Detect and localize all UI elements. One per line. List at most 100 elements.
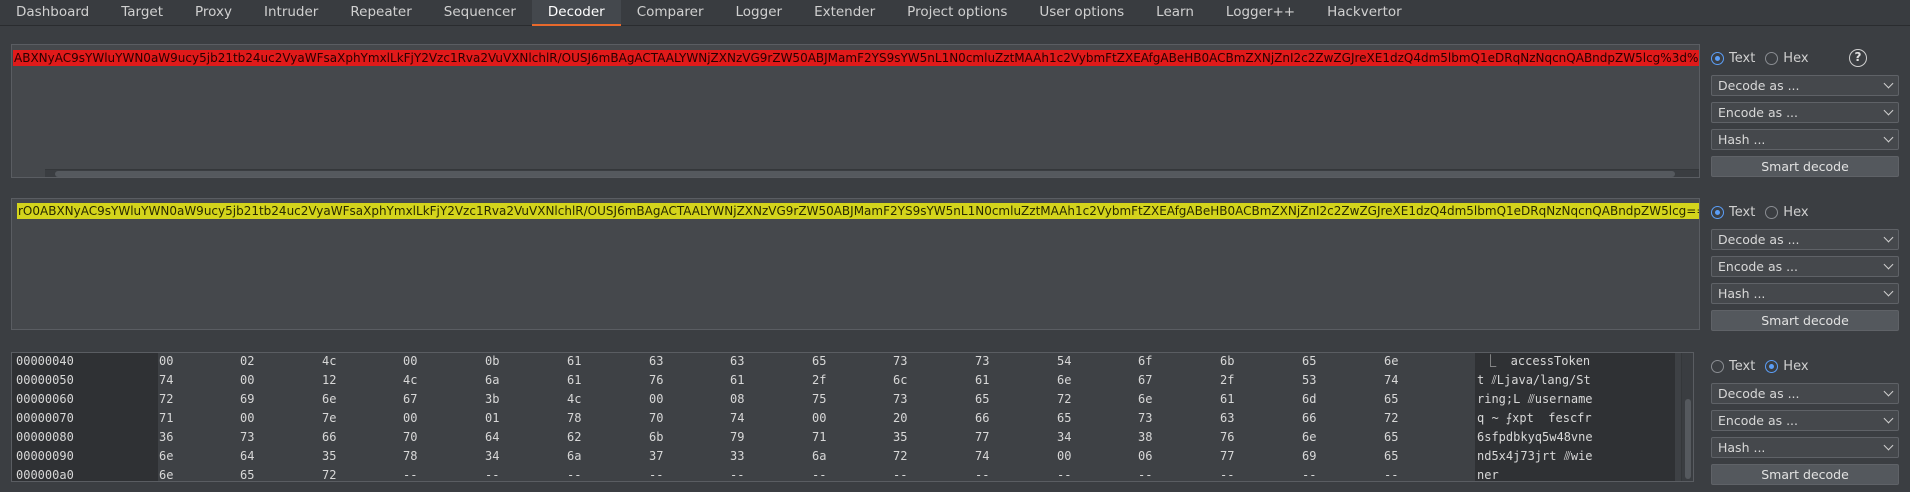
horizontal-scrollbar[interactable] <box>45 169 1699 177</box>
hex-byte[interactable]: 63 <box>649 353 663 371</box>
hex-byte[interactable]: -- <box>1220 466 1234 481</box>
hex-byte[interactable]: 00 <box>1057 447 1071 466</box>
hex-byte[interactable]: 76 <box>1220 428 1234 447</box>
hex-byte[interactable]: 6e <box>159 447 173 466</box>
hex-radio[interactable] <box>1765 51 1779 65</box>
hex-byte[interactable]: 67 <box>1138 371 1152 390</box>
hex-byte[interactable]: -- <box>403 466 417 481</box>
smart-decode-button[interactable]: Smart decode <box>1711 464 1899 485</box>
encoded-text-1[interactable]: ABXNyAC9sYWluYWN0aW9ucy5jb21tb24uc2VyaWF… <box>13 50 1699 66</box>
hex-byte[interactable]: 0b <box>485 353 499 371</box>
hex-byte[interactable]: 64 <box>485 428 499 447</box>
hex-byte[interactable]: 6b <box>649 428 663 447</box>
hex-byte[interactable]: 6e <box>159 466 173 481</box>
hex-byte[interactable]: 76 <box>649 371 663 390</box>
hex-byte[interactable]: 66 <box>1302 409 1316 428</box>
hex-byte[interactable]: 71 <box>812 428 826 447</box>
hex-byte[interactable]: 79 <box>730 428 744 447</box>
tab-project-options[interactable]: Project options <box>891 0 1023 26</box>
hex-byte[interactable]: -- <box>567 466 581 481</box>
hex-ascii[interactable]: nd5x4j73jrt ⫻wie <box>1475 447 1673 466</box>
hash-select[interactable]: Hash ... <box>1711 437 1899 458</box>
decoder-input-panel-1[interactable]: ABXNyAC9sYWluYWN0aW9ucy5jb21tb24uc2VyaWF… <box>11 44 1700 178</box>
hex-byte[interactable]: 00 <box>159 353 173 371</box>
hex-byte[interactable]: 00 <box>812 409 826 428</box>
hex-byte[interactable]: 73 <box>893 390 907 409</box>
hex-byte[interactable]: 61 <box>567 371 581 390</box>
hex-byte[interactable]: -- <box>649 466 663 481</box>
vertical-scrollbar[interactable] <box>1681 353 1693 481</box>
hex-byte[interactable]: 77 <box>975 428 989 447</box>
hex-byte[interactable]: 72 <box>322 466 336 481</box>
hex-byte[interactable]: 06 <box>1138 447 1152 466</box>
hex-ascii[interactable]: ⎿ accessToken <box>1475 353 1673 371</box>
hex-byte[interactable]: 01 <box>485 409 499 428</box>
tab-decoder[interactable]: Decoder <box>531 0 621 26</box>
hex-byte[interactable]: 61 <box>730 371 744 390</box>
hex-byte[interactable]: 54 <box>1057 353 1071 371</box>
hex-byte[interactable]: 37 <box>649 447 663 466</box>
tab-user-options[interactable]: User options <box>1023 0 1140 26</box>
hex-byte[interactable]: 08 <box>730 390 744 409</box>
hex-byte[interactable]: 6a <box>812 447 826 466</box>
tab-hackvertor[interactable]: Hackvertor <box>1311 0 1418 26</box>
hex-byte[interactable]: 63 <box>730 353 744 371</box>
hex-byte[interactable]: 72 <box>893 447 907 466</box>
hex-byte[interactable]: 3b <box>485 390 499 409</box>
hex-byte[interactable]: 00 <box>649 390 663 409</box>
hex-byte[interactable]: 53 <box>1302 371 1316 390</box>
hex-ascii[interactable]: t ⫽Ljava/lang/St <box>1475 371 1673 390</box>
hex-byte[interactable]: 65 <box>1384 390 1398 409</box>
hex-byte[interactable]: 00 <box>240 409 254 428</box>
decoder-output-panel-2[interactable]: rO0ABXNyAC9sYWluYWN0aW9ucy5jb21tb24uc2Vy… <box>11 198 1700 330</box>
hex-byte[interactable]: 33 <box>730 447 744 466</box>
hex-byte[interactable]: -- <box>485 466 499 481</box>
hex-byte[interactable]: 6e <box>1138 390 1152 409</box>
smart-decode-button[interactable]: Smart decode <box>1711 156 1899 177</box>
hex-byte[interactable]: 74 <box>730 409 744 428</box>
hex-byte[interactable]: 00 <box>240 371 254 390</box>
hex-byte[interactable]: 69 <box>1302 447 1316 466</box>
hex-view-panel[interactable]: 00000040 00 02 4c 00 0b 61 63 63 65 73 73 54 6f 6b 65 6e… <box>11 352 1694 482</box>
tab-intruder[interactable]: Intruder <box>248 0 334 26</box>
hex-byte[interactable]: 66 <box>322 428 336 447</box>
tab-logger-[interactable]: Logger++ <box>1210 0 1311 26</box>
tab-comparer[interactable]: Comparer <box>621 0 720 26</box>
hex-byte[interactable]: 61 <box>1220 390 1234 409</box>
hex-byte[interactable]: -- <box>1302 466 1316 481</box>
hex-byte[interactable]: 61 <box>567 353 581 371</box>
decoded-text-2[interactable]: rO0ABXNyAC9sYWluYWN0aW9ucy5jb21tb24uc2Vy… <box>17 203 1699 219</box>
tab-learn[interactable]: Learn <box>1140 0 1210 26</box>
hex-byte[interactable]: 67 <box>403 390 417 409</box>
hex-byte[interactable]: -- <box>1384 466 1398 481</box>
text-radio[interactable] <box>1711 51 1724 65</box>
hex-byte[interactable]: 77 <box>1220 447 1234 466</box>
hex-byte[interactable]: 61 <box>975 371 989 390</box>
tab-dashboard[interactable]: Dashboard <box>0 0 105 26</box>
hex-byte[interactable]: 20 <box>893 409 907 428</box>
decode-as-select[interactable]: Decode as ... <box>1711 383 1899 404</box>
hex-byte[interactable]: 65 <box>812 353 826 371</box>
tab-target[interactable]: Target <box>105 0 179 26</box>
hex-byte[interactable]: -- <box>812 466 826 481</box>
hex-byte[interactable]: 72 <box>159 390 173 409</box>
hex-byte[interactable]: 6a <box>567 447 581 466</box>
hex-radio[interactable] <box>1765 205 1779 219</box>
hex-byte[interactable]: 63 <box>1220 409 1234 428</box>
encode-as-select[interactable]: Encode as ... <box>1711 410 1899 431</box>
hex-byte[interactable]: 72 <box>1384 409 1398 428</box>
hex-byte[interactable]: 64 <box>240 447 254 466</box>
hex-byte[interactable]: 6e <box>1302 428 1316 447</box>
hex-ascii[interactable]: ring;L ⫻username <box>1475 390 1673 409</box>
hex-byte[interactable]: 65 <box>1302 353 1316 371</box>
hex-byte[interactable]: 4c <box>567 390 581 409</box>
tab-sequencer[interactable]: Sequencer <box>428 0 532 26</box>
hex-byte[interactable]: 6a <box>485 371 499 390</box>
hex-byte[interactable]: 00 <box>403 409 417 428</box>
hex-byte[interactable]: 36 <box>159 428 173 447</box>
hex-ascii[interactable]: 6sfpdbkyq5w48vne <box>1475 428 1673 447</box>
hex-byte[interactable]: 6f <box>1138 353 1152 371</box>
hex-byte[interactable]: 7e <box>322 409 336 428</box>
hex-byte[interactable]: 00 <box>403 353 417 371</box>
tab-repeater[interactable]: Repeater <box>334 0 427 26</box>
